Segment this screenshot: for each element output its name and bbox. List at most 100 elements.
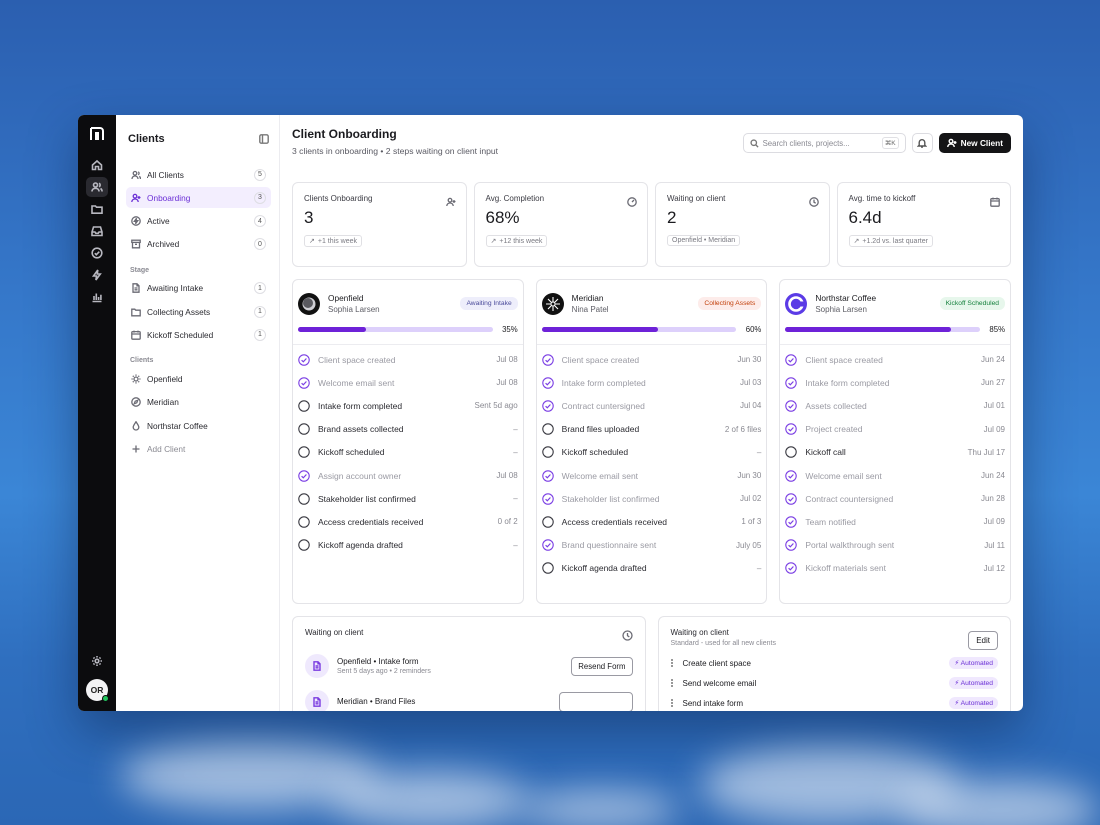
checklist-item[interactable]: Welcome email sent Jun 30	[541, 464, 761, 487]
sidebar-item-all-clients[interactable]: All Clients 5	[126, 164, 271, 185]
check-circle-icon[interactable]	[86, 243, 108, 263]
checked-circle-icon[interactable]	[541, 539, 554, 551]
checklist-item[interactable]: Kickoff agenda drafted –	[298, 534, 518, 557]
sidebar-item-collecting-assets[interactable]: Collecting Assets 1	[126, 301, 271, 322]
unchecked-circle-icon[interactable]	[298, 400, 310, 412]
folder-icon[interactable]	[86, 199, 108, 219]
add-client-button[interactable]: Add Client	[126, 438, 271, 459]
template-step[interactable]: Send intake form ⚡ Automated	[671, 693, 998, 711]
checked-circle-icon[interactable]	[785, 353, 798, 366]
user-avatar[interactable]: OR	[86, 679, 109, 702]
drag-handle-icon[interactable]	[671, 658, 674, 668]
checklist-item[interactable]: Client space created Jul 08	[298, 348, 518, 371]
unchecked-circle-icon[interactable]	[785, 446, 798, 459]
checklist-item[interactable]: Intake form completed Sent 5d ago	[298, 394, 518, 417]
checklist-item[interactable]: Access credentials received 0 of 2	[298, 510, 518, 533]
sidebar-item-active[interactable]: Active 4	[126, 211, 271, 232]
icon-rail: OR	[78, 115, 116, 711]
checked-circle-icon[interactable]	[298, 353, 310, 366]
template-step[interactable]: Create client space ⚡ Automated	[671, 653, 998, 673]
checked-circle-icon[interactable]	[785, 469, 798, 482]
app-logo-icon[interactable]	[89, 125, 105, 141]
progress-bar	[541, 327, 737, 332]
checklist-item[interactable]: Kickoff scheduled –	[541, 441, 761, 464]
checked-circle-icon[interactable]	[785, 400, 798, 412]
unchecked-circle-icon[interactable]	[298, 423, 310, 435]
home-icon[interactable]	[86, 155, 108, 175]
sidebar-item-openfield[interactable]: Openfield	[126, 368, 271, 389]
calendar-icon	[990, 194, 1000, 212]
unchecked-circle-icon[interactable]	[298, 492, 310, 505]
client-card-meridian[interactable]: Meridian Nina Patel Collecting Assets 60% Cl…	[535, 279, 768, 604]
template-step[interactable]: Send welcome email ⚡ Automated	[671, 673, 998, 693]
sidebar-item-meridian[interactable]: Meridian	[126, 392, 271, 413]
sidebar-item-archived[interactable]: Archived 0	[126, 234, 271, 255]
checklist-item[interactable]: Portal walkthrough sent Jul 11	[785, 534, 1005, 557]
unchecked-circle-icon[interactable]	[298, 516, 310, 528]
checklist-item[interactable]: Team notified Jul 09	[785, 510, 1005, 533]
checklist-item[interactable]: Intake form completed Jul 03	[541, 371, 761, 394]
checked-circle-icon[interactable]	[541, 353, 554, 366]
checklist-item[interactable]: Brand files uploaded 2 of 6 files	[541, 418, 761, 441]
drag-handle-icon[interactable]	[671, 698, 674, 708]
checklist-item[interactable]: Welcome email sent Jun 24	[785, 464, 1005, 487]
checklist-item[interactable]: Client space created Jun 30	[541, 348, 761, 371]
checklist-item[interactable]: Stakeholder list confirmed –	[298, 487, 518, 510]
action-button[interactable]	[558, 692, 633, 711]
checklist-item[interactable]: Contract cuntersigned Jul 04	[541, 394, 761, 417]
checklist-item[interactable]: Kickoff agenda drafted –	[541, 557, 761, 580]
checklist-item[interactable]: Intake form completed Jun 27	[785, 371, 1005, 394]
inbox-icon[interactable]	[86, 221, 108, 241]
resend-form-button[interactable]: Resend Form	[571, 656, 633, 676]
search-input[interactable]: Search clients, projects... ⌘K	[742, 133, 906, 153]
checklist-item[interactable]: Kickoff materials sent Jul 12	[785, 557, 1005, 580]
unchecked-circle-icon[interactable]	[541, 516, 554, 528]
checked-circle-icon[interactable]	[541, 492, 554, 505]
checklist-item[interactable]: Brand questionnaire sent July 05	[541, 534, 761, 557]
checklist-item[interactable]: Project created Jul 09	[785, 418, 1005, 441]
compass-icon	[131, 397, 141, 408]
checked-circle-icon[interactable]	[785, 423, 798, 435]
notifications-button[interactable]	[911, 133, 933, 153]
unchecked-circle-icon[interactable]	[541, 423, 554, 435]
checked-circle-icon[interactable]	[298, 377, 310, 389]
unchecked-circle-icon[interactable]	[541, 562, 554, 575]
checklist-item[interactable]: Brand assets collected –	[298, 418, 518, 441]
new-client-button[interactable]: New Client	[938, 133, 1011, 153]
checked-circle-icon[interactable]	[785, 516, 798, 528]
checklist-item[interactable]: Assets collected Jul 01	[785, 394, 1005, 417]
sidebar-item-northstar-coffee[interactable]: Northstar Coffee	[126, 415, 271, 436]
checklist-item[interactable]: Contract countersigned Jun 28	[785, 487, 1005, 510]
users-icon[interactable]	[86, 177, 108, 197]
drag-handle-icon[interactable]	[671, 678, 674, 688]
client-card-northstar-coffee[interactable]: Northstar Coffee Sophia Larsen Kickoff Sch…	[779, 279, 1012, 604]
bolt-icon[interactable]	[86, 265, 108, 285]
collapse-sidebar-icon[interactable]	[259, 134, 269, 144]
checked-circle-icon[interactable]	[298, 469, 310, 482]
progress-bar	[298, 327, 493, 332]
checklist-item[interactable]: Client space created Jun 24	[785, 348, 1005, 371]
checklist-item[interactable]: Stakeholder list confirmed Jul 02	[541, 487, 761, 510]
checklist-item[interactable]: Welcome email sent Jul 08	[298, 371, 518, 394]
checked-circle-icon[interactable]	[541, 400, 554, 412]
checklist-item[interactable]: Access credentials received 1 of 3	[541, 510, 761, 533]
checked-circle-icon[interactable]	[785, 377, 798, 389]
sidebar-item-awaiting-intake[interactable]: Awaiting Intake 1	[126, 278, 271, 299]
checked-circle-icon[interactable]	[541, 469, 554, 482]
edit-button[interactable]: Edit	[968, 631, 998, 650]
sidebar-item-kickoff-scheduled[interactable]: Kickoff Scheduled 1	[126, 324, 271, 345]
settings-gear-icon[interactable]	[86, 651, 108, 671]
sidebar-item-onboarding[interactable]: Onboarding 3	[126, 187, 271, 209]
checked-circle-icon[interactable]	[785, 539, 798, 551]
unchecked-circle-icon[interactable]	[298, 446, 310, 459]
checklist-item[interactable]: Assign account owner Jul 08	[298, 464, 518, 487]
checked-circle-icon[interactable]	[541, 377, 554, 389]
checked-circle-icon[interactable]	[785, 562, 798, 575]
bar-chart-icon[interactable]	[86, 287, 108, 307]
unchecked-circle-icon[interactable]	[541, 446, 554, 459]
checklist-item[interactable]: Kickoff call Thu Jul 17	[785, 441, 1005, 464]
unchecked-circle-icon[interactable]	[298, 539, 310, 551]
checklist-item[interactable]: Kickoff scheduled –	[298, 441, 518, 464]
checked-circle-icon[interactable]	[785, 492, 798, 505]
client-card-openfield[interactable]: Openfield Sophia Larsen Awaiting Intake 35%…	[292, 279, 524, 604]
